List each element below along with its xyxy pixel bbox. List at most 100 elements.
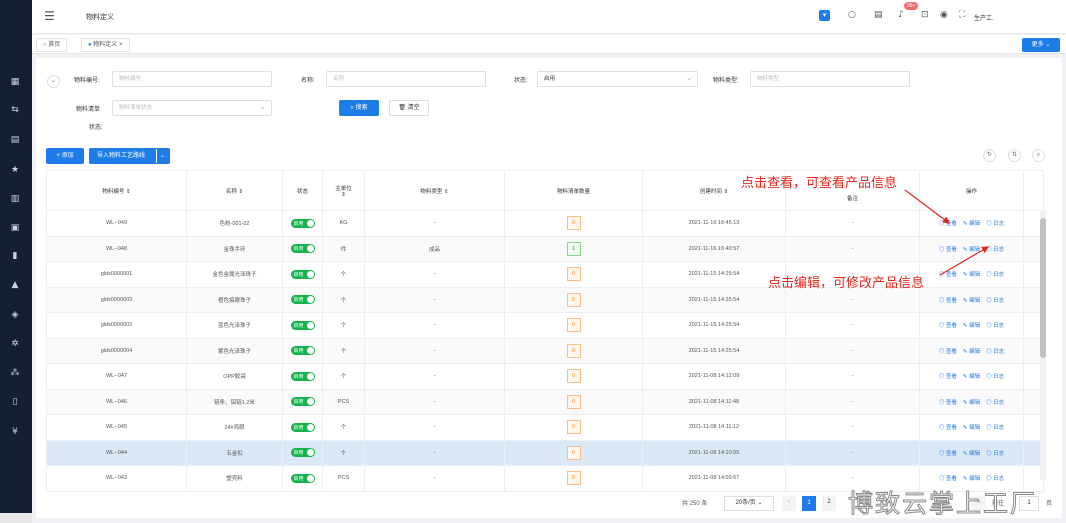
status-toggle[interactable]: 启用 [290,244,315,254]
qty-badge[interactable]: 0 [566,343,581,358]
exchange-icon[interactable]: ⇆ [8,104,22,116]
edit-button[interactable]: ✎ 编辑 [963,374,980,380]
view-button[interactable]: ◎ 查看 [939,374,957,380]
col-unit[interactable]: 主单位 ⇕ [322,170,365,211]
table-row[interactable]: WL--047 OPP胶袋 启用个 -0 2021-11-08 14:12:09- ◎ 查… [46,363,1044,390]
bell-icon[interactable]: ♪ [898,10,904,20]
page-size-select[interactable]: 20条/页 ⌄ [724,496,774,511]
status-toggle[interactable]: 启用 [290,397,315,407]
status-toggle[interactable]: 启用 [290,218,315,228]
view-button[interactable]: ◎ 查看 [939,400,957,406]
table-row[interactable]: WL--046 链条、铝链1.2米 启用 PCS -0 2021-11-08 14:11:… [46,388,1044,415]
status-select[interactable]: 启用 ⌄ [537,71,698,87]
qty-badge[interactable]: 0 [566,420,581,435]
scroll-thumb[interactable] [1040,218,1046,358]
tab-home[interactable]: ○ 首页 [36,38,68,52]
status-toggle[interactable]: 启用 [290,320,315,330]
log-button[interactable]: ◎ 日志 [986,425,1004,431]
log-button[interactable]: ◎ 日志 [986,349,1004,355]
search-icon[interactable]: ⌕ [1032,149,1045,162]
view-button[interactable]: ◎ 查看 [939,323,957,329]
report-icon[interactable]: ▣ [8,222,22,234]
yen-icon[interactable]: ¥ [8,426,22,438]
view-button[interactable]: ◎ 查看 [939,451,957,457]
table-row[interactable]: WL--045 24#鸡眼 启用个 -0 2021-11-08 14:11:12- ◎ 查… [46,414,1044,441]
eye-icon[interactable]: ◉ [940,10,948,20]
more-button[interactable]: 更多 ⌄ [1022,38,1060,52]
view-button[interactable]: ◎ 查看 [939,221,957,227]
chat-icon[interactable]: ○ [848,10,856,20]
graduation-icon[interactable]: ▲ [8,279,22,291]
qty-badge[interactable]: 0 [566,445,581,460]
log-button[interactable]: ◎ 日志 [986,272,1004,278]
log-button[interactable]: ◎ 日志 [986,298,1004,304]
edit-button[interactable]: ✎ 编辑 [963,298,980,304]
view-button[interactable]: ◎ 查看 [939,349,957,355]
bar-chart-icon[interactable]: ▯ [8,396,22,408]
status-toggle[interactable]: 启用 [290,473,315,483]
log-button[interactable]: ◎ 日志 [986,476,1004,482]
status-toggle[interactable]: 启用 [290,346,315,356]
edit-button[interactable]: ✎ 编辑 [963,400,980,406]
col-type[interactable]: 物料类型 ⇕ [364,170,505,211]
edit-button[interactable]: ✎ 编辑 [963,349,980,355]
qty-badge[interactable]: 0 [566,292,581,307]
download-icon[interactable]: ▾ [819,10,830,21]
qty-badge[interactable]: 0 [566,216,581,231]
status-toggle[interactable]: 启用 [290,422,315,432]
qty-badge[interactable]: 0 [566,369,581,384]
network-icon[interactable]: ⁂ [8,367,22,379]
status-toggle[interactable]: 启用 [290,295,315,305]
add-button[interactable]: + 添加 [46,148,84,164]
close-icon[interactable]: × [119,42,123,48]
star-icon[interactable]: ★ [8,164,22,176]
qty-badge[interactable]: 0 [566,318,581,333]
clear-button[interactable]: 🗑 清空 [389,100,429,116]
table-row[interactable]: glds0000002 蓝色光泽珠子 启用个 -0 2021-11-15 14:25:5… [46,312,1044,339]
edit-button[interactable]: ✎ 编辑 [963,451,980,457]
view-button[interactable]: ◎ 查看 [939,247,957,253]
import-button[interactable]: 导入物料工艺路线 ⌄ [89,148,170,164]
edit-button[interactable]: ✎ 编辑 [963,221,980,227]
edit-button[interactable]: ✎ 编辑 [963,323,980,329]
qty-badge[interactable]: 0 [566,267,581,282]
table-icon[interactable]: ▥ [8,193,22,205]
table-row[interactable]: WL--044 五金扣 启用个 -0 2021-11-08 14:10:55- ◎ 查看 ✎… [46,439,1044,466]
status-toggle[interactable]: 启用 [290,448,315,458]
search-button[interactable]: ⌕ 搜索 [339,100,379,116]
col-name[interactable]: 名称 ⇕ [186,170,283,211]
chevron-down-icon[interactable]: ⌄ [155,149,165,163]
settings-icon[interactable]: ✲ [8,338,22,350]
qty-badge[interactable]: 0 [566,394,581,409]
cube-icon[interactable]: ◈ [8,309,22,321]
document-icon[interactable]: ▤ [874,10,883,20]
bom-select[interactable]: 物料清单状态 ⌄ [112,100,272,116]
qty-badge[interactable]: 0 [566,471,581,486]
table-scrollbar[interactable] [1040,210,1046,480]
log-button[interactable]: ◎ 日志 [986,221,1004,227]
collapse-toggle-icon[interactable]: ⌄ [47,75,60,88]
log-button[interactable]: ◎ 日志 [986,247,1004,253]
edit-button[interactable]: ✎ 编辑 [963,247,980,253]
lock-icon[interactable]: ⊡ [921,10,929,20]
col-code[interactable]: 物料编号 ⇕ [46,170,187,211]
sidebar-scrollbar[interactable] [0,513,32,523]
status-toggle[interactable]: 启用 [290,269,315,279]
table-row[interactable]: WL--048 金珠手环 启用件成品 1 2021-11-16 16:40:57- ◎ 查… [46,235,1044,262]
qty-badge[interactable]: 1 [566,241,581,256]
prev-page-button[interactable]: ‹ [782,496,796,511]
status-toggle[interactable]: 启用 [290,371,315,381]
log-button[interactable]: ◎ 日志 [986,451,1004,457]
code-input[interactable]: 物料编号 [112,71,272,87]
columns-icon[interactable]: ⇅ [1008,149,1021,162]
fullscreen-icon[interactable]: ⛶ [959,10,965,20]
log-button[interactable]: ◎ 日志 [986,323,1004,329]
user-name[interactable]: 生产工. [974,13,994,22]
table-row[interactable]: glds0000004 紫色光泽珠子 启用个 -0 2021-11-15 14:25:5… [46,337,1044,364]
menu-toggle-icon[interactable]: ☰ [44,9,55,23]
tab-material-definition[interactable]: ● 物料定义 × [81,38,130,52]
refresh-icon[interactable]: ↻ [983,149,996,162]
edit-button[interactable]: ✎ 编辑 [963,476,980,482]
chart-icon[interactable]: ▮ [8,250,22,262]
name-input[interactable]: 名称 [326,71,486,87]
